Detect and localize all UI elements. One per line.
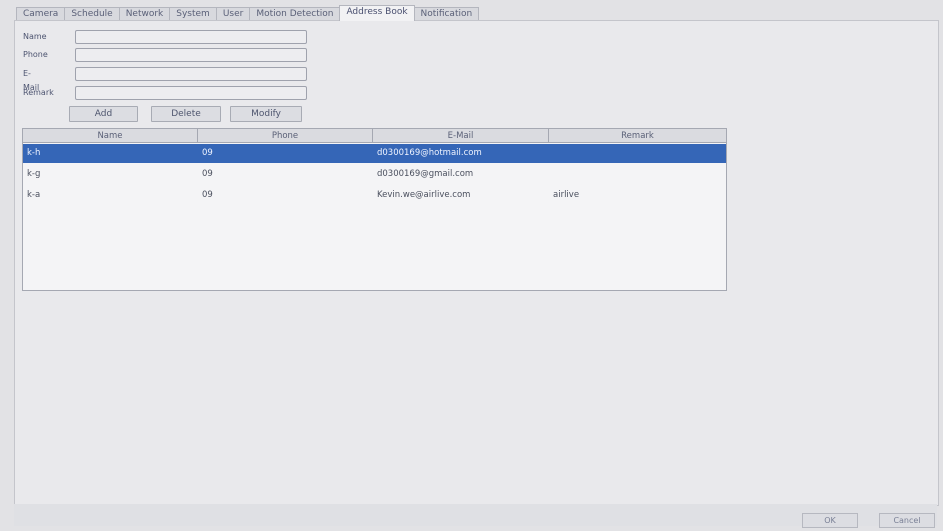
cancel-button[interactable]: Cancel (879, 513, 935, 528)
tab-address-book[interactable]: Address Book (339, 5, 415, 21)
email-field[interactable] (75, 67, 307, 81)
delete-button[interactable]: Delete (151, 106, 221, 122)
cell-name: k-h (27, 148, 41, 158)
table-header: Name Phone E-Mail Remark (23, 129, 726, 143)
address-table: Name Phone E-Mail Remark k-h 09 d0300169… (22, 128, 727, 291)
tab-camera[interactable]: Camera (16, 7, 66, 20)
cell-phone: 09 (202, 190, 213, 200)
name-field[interactable] (75, 30, 307, 44)
phone-field[interactable] (75, 48, 307, 62)
dialog-footer (14, 504, 937, 526)
remark-label: Remark (23, 88, 54, 97)
tab-schedule[interactable]: Schedule (64, 7, 120, 20)
tab-notification[interactable]: Notification (413, 7, 480, 20)
cell-remark (549, 165, 726, 184)
tab-bar: Camera Schedule Network System User Moti… (16, 5, 480, 21)
cell-email: d0300169@hotmail.com (377, 148, 482, 158)
column-header-name[interactable]: Name (23, 129, 198, 143)
tab-system[interactable]: System (169, 7, 217, 20)
tab-network[interactable]: Network (118, 7, 171, 20)
tab-user[interactable]: User (215, 7, 251, 20)
cell-name: k-g (27, 169, 41, 179)
table-row[interactable]: k-h 09 d0300169@hotmail.com (23, 144, 726, 163)
table-row[interactable]: k-g 09 d0300169@gmail.com (23, 165, 726, 184)
ok-button[interactable]: OK (802, 513, 858, 528)
column-header-remark[interactable]: Remark (549, 129, 726, 143)
remark-field[interactable] (75, 86, 307, 100)
cell-phone: 09 (202, 169, 213, 179)
column-header-phone[interactable]: Phone (198, 129, 373, 143)
column-header-email[interactable]: E-Mail (373, 129, 549, 143)
cell-remark (549, 144, 726, 163)
phone-label: Phone (23, 50, 48, 59)
address-book-panel: Name Phone E-Mail Remark Add Delete Modi… (14, 20, 939, 506)
cell-name: k-a (27, 190, 41, 200)
tab-motion-detection[interactable]: Motion Detection (249, 7, 341, 20)
modify-button[interactable]: Modify (230, 106, 302, 122)
cell-email: d0300169@gmail.com (377, 169, 474, 179)
cell-remark: airlive (553, 190, 580, 200)
cell-email: Kevin.we@airlive.com (377, 190, 471, 200)
add-button[interactable]: Add (69, 106, 138, 122)
table-row[interactable]: k-a 09 Kevin.we@airlive.com airlive (23, 186, 726, 205)
name-label: Name (23, 32, 47, 41)
cell-phone: 09 (202, 148, 213, 158)
